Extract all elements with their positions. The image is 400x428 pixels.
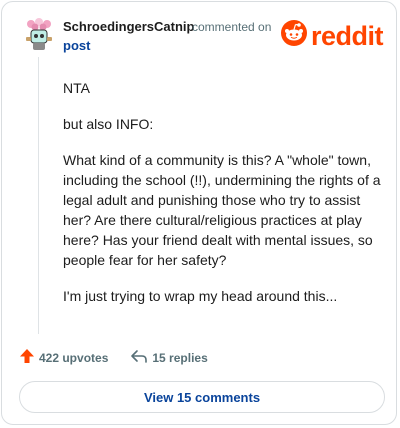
post-link[interactable]: post	[63, 38, 90, 53]
reddit-logo-icon	[281, 20, 307, 51]
upvote-arrow-icon	[19, 348, 35, 367]
upvote-count: 422 upvotes	[39, 350, 109, 365]
comment-paragraph: NTA	[63, 80, 90, 96]
comment-action-text: commented on	[192, 20, 272, 34]
comment-card: SchroedingersCatnip commented on post re…	[1, 1, 397, 425]
reddit-logo[interactable]: reddit	[281, 20, 384, 51]
comment-body: NTA but also INFO: What kind of a commun…	[63, 78, 385, 322]
reply-count: 15 replies	[152, 350, 208, 365]
comment-paragraph: but also INFO:	[63, 116, 154, 132]
author-name[interactable]: SchroedingersCatnip	[63, 19, 194, 34]
comment-paragraph: What kind of a community is this? A "who…	[63, 152, 381, 268]
reddit-wordmark: reddit	[311, 20, 384, 51]
upvote-button[interactable]: 422 upvotes	[19, 348, 108, 367]
thread-line	[38, 57, 39, 334]
avatar-icon[interactable]	[22, 18, 56, 52]
view-comments-button[interactable]: View 15 comments	[19, 381, 385, 413]
replies-button[interactable]: 15 replies	[130, 348, 208, 367]
comment-actions: 422 upvotes 15 replies	[19, 348, 208, 367]
comment-paragraph: I'm just trying to wrap my head around t…	[63, 288, 338, 304]
reply-arrow-icon	[130, 348, 148, 367]
